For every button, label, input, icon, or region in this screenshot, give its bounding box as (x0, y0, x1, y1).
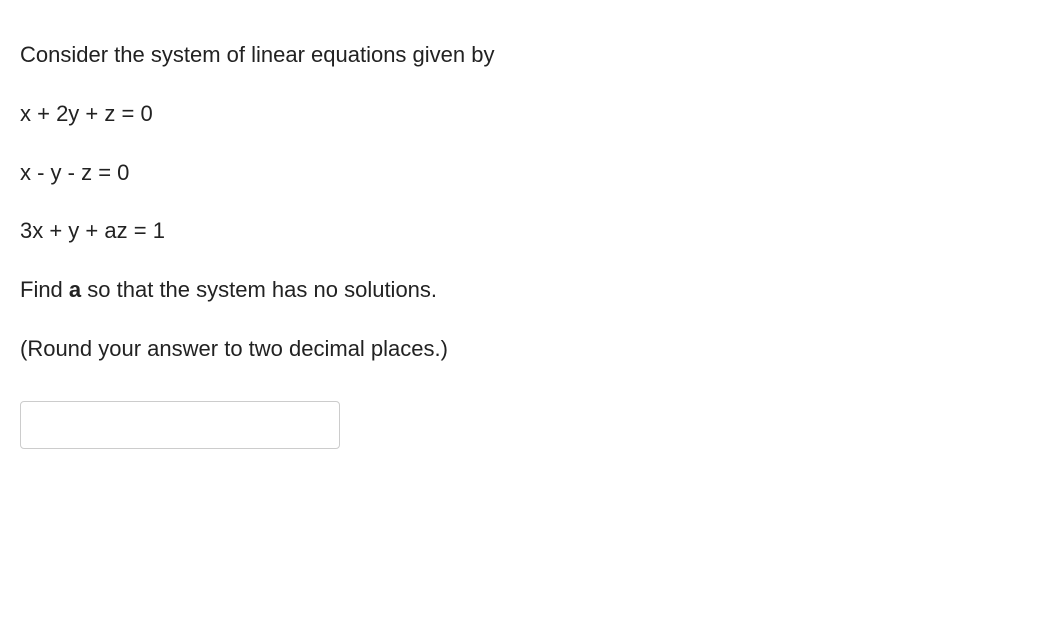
equation-2: x - y - z = 0 (20, 158, 720, 189)
find-instruction: Find a so that the system has no solutio… (20, 275, 720, 306)
round-note: (Round your answer to two decimal places… (20, 334, 720, 365)
equation-1: x + 2y + z = 0 (20, 99, 720, 130)
find-variable: a (69, 277, 81, 302)
find-suffix: so that the system has no solutions. (81, 277, 437, 302)
answer-input[interactable] (20, 401, 340, 449)
question-container: Consider the system of linear equations … (20, 40, 720, 449)
question-intro: Consider the system of linear equations … (20, 40, 720, 71)
equation-3: 3x + y + az = 1 (20, 216, 720, 247)
find-prefix: Find (20, 277, 69, 302)
